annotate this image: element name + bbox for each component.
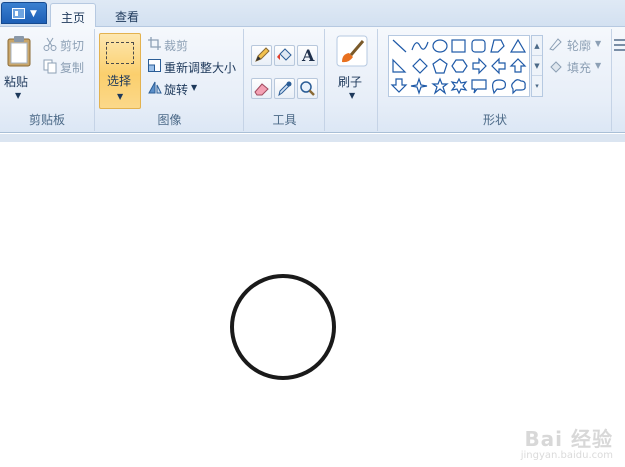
select-label: 选择 [107,74,132,88]
line-shape-icon[interactable] [392,39,407,53]
tab-view[interactable]: 查看 [104,3,150,28]
chevron-down-icon: ▼ [191,83,198,92]
color-picker-tool[interactable] [274,78,295,99]
image-group: 选择 ▼ 裁剪 重新调整大小 旋转 ▼ 图像 [96,29,244,131]
shapes-group: ▲ ▼ ▾ 轮廓 ▼ 填充 ▼ 形状 [379,29,612,131]
magnifier-icon [300,81,315,96]
scroll-down-icon[interactable]: ▼ [532,56,542,76]
rotate-icon [148,81,162,94]
chevron-down-icon: ▼ [117,92,124,101]
brush-label: 刷子 [338,75,363,89]
oval-callout-shape-icon[interactable] [492,79,506,95]
rounded-rectangle-shape-icon[interactable] [471,39,486,53]
text-icon: A [302,46,315,65]
text-tool[interactable]: A [297,45,318,66]
clipboard-icon [7,36,31,67]
eraser-icon [254,83,269,96]
chevron-down-icon: ▼ [30,9,37,19]
outline-button[interactable]: 轮廓 [567,37,591,54]
tools-group-label: 工具 [272,113,297,127]
eyedropper-icon [278,81,292,97]
fill-icon [550,61,562,73]
right-arrow-shape-icon[interactable] [472,57,487,75]
clipboard-group: 粘贴 ▼ 剪切 复制 剪贴板 [0,29,95,131]
right-triangle-shape-icon[interactable] [392,58,407,73]
watermark-url: jingyan.baidu.com [520,450,613,461]
watermark: Bai 经验 jingyan.baidu.com [521,423,613,461]
shapes-scrollbar[interactable]: ▲ ▼ ▾ [531,35,543,97]
polygon-shape-icon[interactable] [490,39,505,53]
brushes-group: 刷子 ▼ [326,29,378,131]
copy-icon [43,59,57,74]
copy-button[interactable]: 复制 [60,59,84,76]
shapes-gallery-icons [390,38,527,95]
four-point-star-shape-icon[interactable] [410,77,428,95]
fill-tool[interactable] [274,45,295,66]
ribbon: 粘贴 ▼ 剪切 复制 剪贴板 选择 ▼ 裁剪 重新调整大小 旋转 ▼ 图像 A … [0,27,625,133]
resize-icon [148,59,161,72]
shapes-gallery [388,35,530,97]
scroll-up-icon[interactable]: ▲ [532,36,542,56]
image-group-label: 图像 [157,113,182,127]
crop-icon [148,37,161,50]
diamond-shape-icon[interactable] [412,58,428,74]
five-point-star-shape-icon[interactable] [431,77,449,95]
brush-button[interactable]: 刷子 ▼ [330,33,372,105]
eraser-tool[interactable] [251,78,272,99]
up-arrow-shape-icon[interactable] [509,58,527,73]
menu-icon [12,8,25,19]
rectangle-callout-shape-icon[interactable] [471,79,487,94]
curve-shape-icon[interactable] [411,41,429,51]
oval-shape-icon[interactable] [432,39,448,53]
ribbon-tab-bar: ▼ 主页 查看 [0,0,625,28]
paste-button[interactable]: 粘贴 ▼ [2,33,36,105]
down-arrow-shape-icon[interactable] [390,78,408,93]
chevron-down-icon: ▼ [595,61,602,70]
shapes-group-label: 形状 [482,113,507,127]
app-menu-button[interactable]: ▼ [1,2,47,24]
rotate-button[interactable]: 旋转 [164,81,188,98]
outline-icon [549,38,562,51]
magnifier-tool[interactable] [297,78,318,99]
paint-bucket-icon [277,48,292,61]
hexagon-shape-icon[interactable] [451,59,468,73]
watermark-logo: Bai 经验 [524,427,613,451]
pentagon-shape-icon[interactable] [432,58,448,74]
chevron-down-icon: ▼ [349,91,356,100]
scissors-icon [43,37,57,51]
cloud-callout-shape-icon[interactable] [511,79,526,95]
size-button-edge[interactable] [614,35,625,95]
crop-button[interactable]: 裁剪 [164,37,188,54]
resize-button[interactable]: 重新调整大小 [164,59,236,76]
chevron-down-icon: ▼ [595,39,602,48]
fill-button[interactable]: 填充 [567,59,591,76]
drawing-canvas[interactable]: Bai 经验 jingyan.baidu.com [0,142,625,467]
select-button[interactable]: 选择 ▼ [99,33,141,109]
cut-button[interactable]: 剪切 [60,37,84,54]
canvas-drawing [230,274,336,380]
tab-home[interactable]: 主页 [50,3,96,28]
rectangle-shape-icon[interactable] [451,39,466,53]
drawn-circle[interactable] [230,274,336,380]
clipboard-group-label: 剪贴板 [28,113,65,127]
select-rectangle-icon [106,42,134,64]
pencil-tool[interactable] [251,45,272,66]
canvas-border [0,134,625,142]
brush-icon [336,35,368,67]
tools-group: A 工具 [245,29,325,131]
triangle-shape-icon[interactable] [509,38,527,53]
left-arrow-shape-icon[interactable] [491,57,506,75]
pencil-icon [255,47,270,62]
paste-label: 粘贴 [4,75,29,89]
six-point-star-shape-icon[interactable] [450,77,468,95]
gallery-expand-icon[interactable]: ▾ [532,76,542,96]
chevron-down-icon: ▼ [15,91,22,100]
